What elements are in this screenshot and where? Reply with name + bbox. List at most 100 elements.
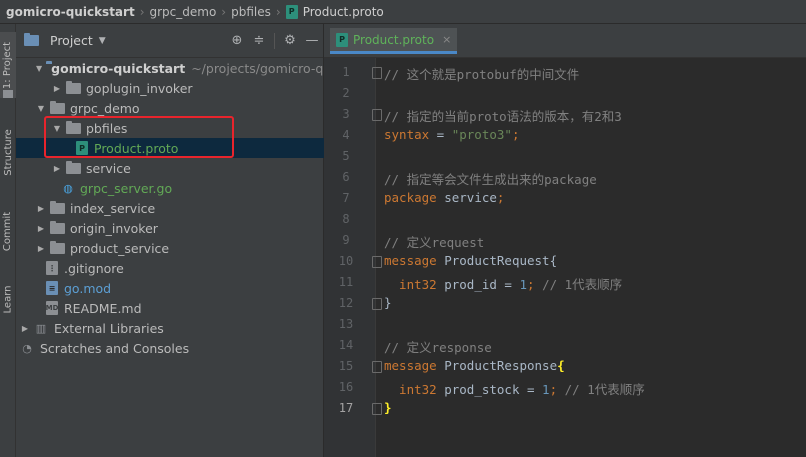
hide-icon[interactable]: — (301, 30, 323, 52)
tab-label: Product.proto (353, 32, 435, 47)
code-token: message (384, 253, 437, 268)
tree-item[interactable]: ▶ goplugin_invoker (16, 78, 324, 98)
chevron-right-icon: › (139, 4, 145, 19)
tree-item-label: Product.proto (94, 140, 179, 156)
tool-window-commit-button[interactable]: Commit (0, 204, 16, 258)
gear-icon[interactable]: ⚙ (279, 30, 301, 52)
code-token: package (384, 190, 437, 205)
tree-item[interactable]: ◍ grpc_server.go (16, 178, 324, 198)
folder-icon (50, 240, 65, 254)
tool-window-commit-label: Commit (2, 211, 14, 251)
code-token: ; (511, 127, 520, 142)
tool-window-project-label: 1: Project (2, 41, 14, 89)
folder-icon (50, 220, 65, 234)
code-line: int32 prod_stock = 1; // 1代表顺序 (384, 379, 645, 398)
tool-window-structure-button[interactable]: Structure (0, 122, 16, 182)
tree-item[interactable]: ▼ grpc_demo (16, 98, 324, 118)
folder-icon (66, 80, 81, 94)
fold-marker-icon[interactable] (372, 361, 382, 373)
fold-marker-icon[interactable] (372, 67, 382, 79)
tree-item-label: Scratches and Consoles (40, 340, 190, 356)
code-token: // 这个就是protobuf的中间文件 (384, 67, 580, 82)
fold-marker-icon[interactable] (372, 256, 382, 268)
ide-window: gomicro-quickstart › grpc_demo › pbfiles… (0, 0, 806, 457)
code-token: // 1代表顺序 (557, 382, 645, 397)
collapsed-arrow-icon[interactable]: ▶ (36, 244, 46, 253)
code-editor[interactable]: // 这个就是protobuf的中间文件 // 指定的当前proto语法的版本，有… (376, 58, 806, 457)
chevron-down-icon[interactable]: ▼ (99, 36, 106, 46)
tab-product-proto[interactable]: P Product.proto × (330, 28, 458, 54)
breadcrumb-item-file[interactable]: P Product.proto (285, 0, 384, 24)
fold-marker-icon[interactable] (372, 109, 382, 121)
breadcrumb-item-grpc-demo[interactable]: grpc_demo (150, 0, 217, 24)
fold-marker-icon[interactable] (372, 403, 382, 415)
line-number: 1 (342, 65, 350, 79)
collapse-icon[interactable]: ≑ (248, 30, 270, 52)
code-token: // 指定的当前proto语法的版本，有2和3 (384, 109, 622, 124)
code-line: // 指定等会文件生成出来的package (384, 169, 597, 188)
code-token: "proto3" (451, 127, 512, 142)
expanded-arrow-icon[interactable]: ▼ (36, 104, 46, 113)
tree-item[interactable]: MD README.md (16, 298, 324, 318)
line-number: 11 (338, 275, 354, 289)
tree-item[interactable]: P Product.proto (16, 138, 324, 158)
breadcrumb-item-project[interactable]: gomicro-quickstart (6, 0, 135, 24)
expanded-arrow-icon[interactable]: ▼ (52, 124, 62, 133)
code-line: message ProductResponse{ (384, 358, 565, 373)
line-number: 16 (338, 380, 354, 394)
tree-item-label: go.mod (64, 280, 112, 296)
tree-item-label: grpc_demo (70, 100, 140, 116)
line-number: 9 (342, 233, 350, 247)
code-token: 1 (542, 382, 550, 397)
folder-icon (66, 120, 81, 134)
tool-window-learn-button[interactable]: Learn (0, 276, 16, 322)
code-token: } (384, 400, 392, 415)
tree-item-label: pbfiles (86, 120, 128, 136)
tree-item[interactable]: ▼ gomicro-quickstart ~/projects/gomicro-qu… (16, 58, 324, 78)
collapsed-arrow-icon[interactable]: ▶ (36, 204, 46, 213)
code-line: // 定义request (384, 232, 484, 251)
code-line: int32 prod_id = 1; // 1代表顺序 (384, 274, 622, 293)
line-number: 4 (342, 128, 350, 142)
markdown-file-icon: MD (46, 301, 58, 315)
tree-item[interactable]: ▶ product_service (16, 238, 324, 258)
collapsed-arrow-icon[interactable]: ▶ (20, 324, 30, 333)
line-number: 15 (338, 359, 354, 373)
locate-icon[interactable]: ⊕ (226, 30, 248, 52)
fold-marker-icon[interactable] (372, 298, 382, 310)
code-token: ; (549, 382, 558, 397)
code-token: ProductResponse (436, 358, 558, 373)
tree-item[interactable]: ≡ go.mod (16, 278, 324, 298)
code-token: // 定义request (384, 235, 485, 250)
code-token: = (429, 127, 452, 142)
collapsed-arrow-icon[interactable]: ▶ (36, 224, 46, 233)
project-view-selector[interactable]: Project (50, 33, 93, 48)
collapsed-arrow-icon[interactable]: ▶ (52, 84, 62, 93)
expanded-arrow-icon[interactable]: ▼ (36, 64, 42, 73)
proto-file-icon: P (76, 141, 88, 155)
tree-item[interactable]: ▶ index_service (16, 198, 324, 218)
code-line: // 定义response (384, 337, 492, 356)
code-token: ProductRequest{ (436, 253, 558, 268)
tree-item[interactable]: ▶ service (16, 158, 324, 178)
code-token: } (384, 295, 392, 310)
code-token: // 指定等会文件生成出来的package (384, 172, 597, 187)
close-icon[interactable]: × (442, 33, 451, 46)
project-view-icon (24, 33, 39, 46)
code-token: prod_stock = (436, 382, 543, 397)
line-number: 8 (342, 212, 350, 226)
line-number: 2 (342, 86, 350, 100)
tool-window-project-button[interactable]: 1: Project (0, 32, 16, 98)
breadcrumb-item-pbfiles[interactable]: pbfiles (231, 0, 271, 24)
collapsed-arrow-icon[interactable]: ▶ (52, 164, 62, 173)
line-number: 14 (338, 338, 354, 352)
tree-item[interactable]: ⋮ .gitignore (16, 258, 324, 278)
chevron-right-icon: › (275, 4, 281, 19)
tree-item[interactable]: ▶ origin_invoker (16, 218, 324, 238)
line-number: 10 (338, 254, 354, 268)
project-panel-header: Project ▼ ⊕ ≑ ⚙ — (16, 24, 323, 58)
tree-item[interactable]: ◔ Scratches and Consoles (16, 338, 324, 358)
tree-item[interactable]: ▶ ▥ External Libraries (16, 318, 324, 338)
code-token: message (384, 358, 437, 373)
tree-item[interactable]: ▼ pbfiles (16, 118, 324, 138)
